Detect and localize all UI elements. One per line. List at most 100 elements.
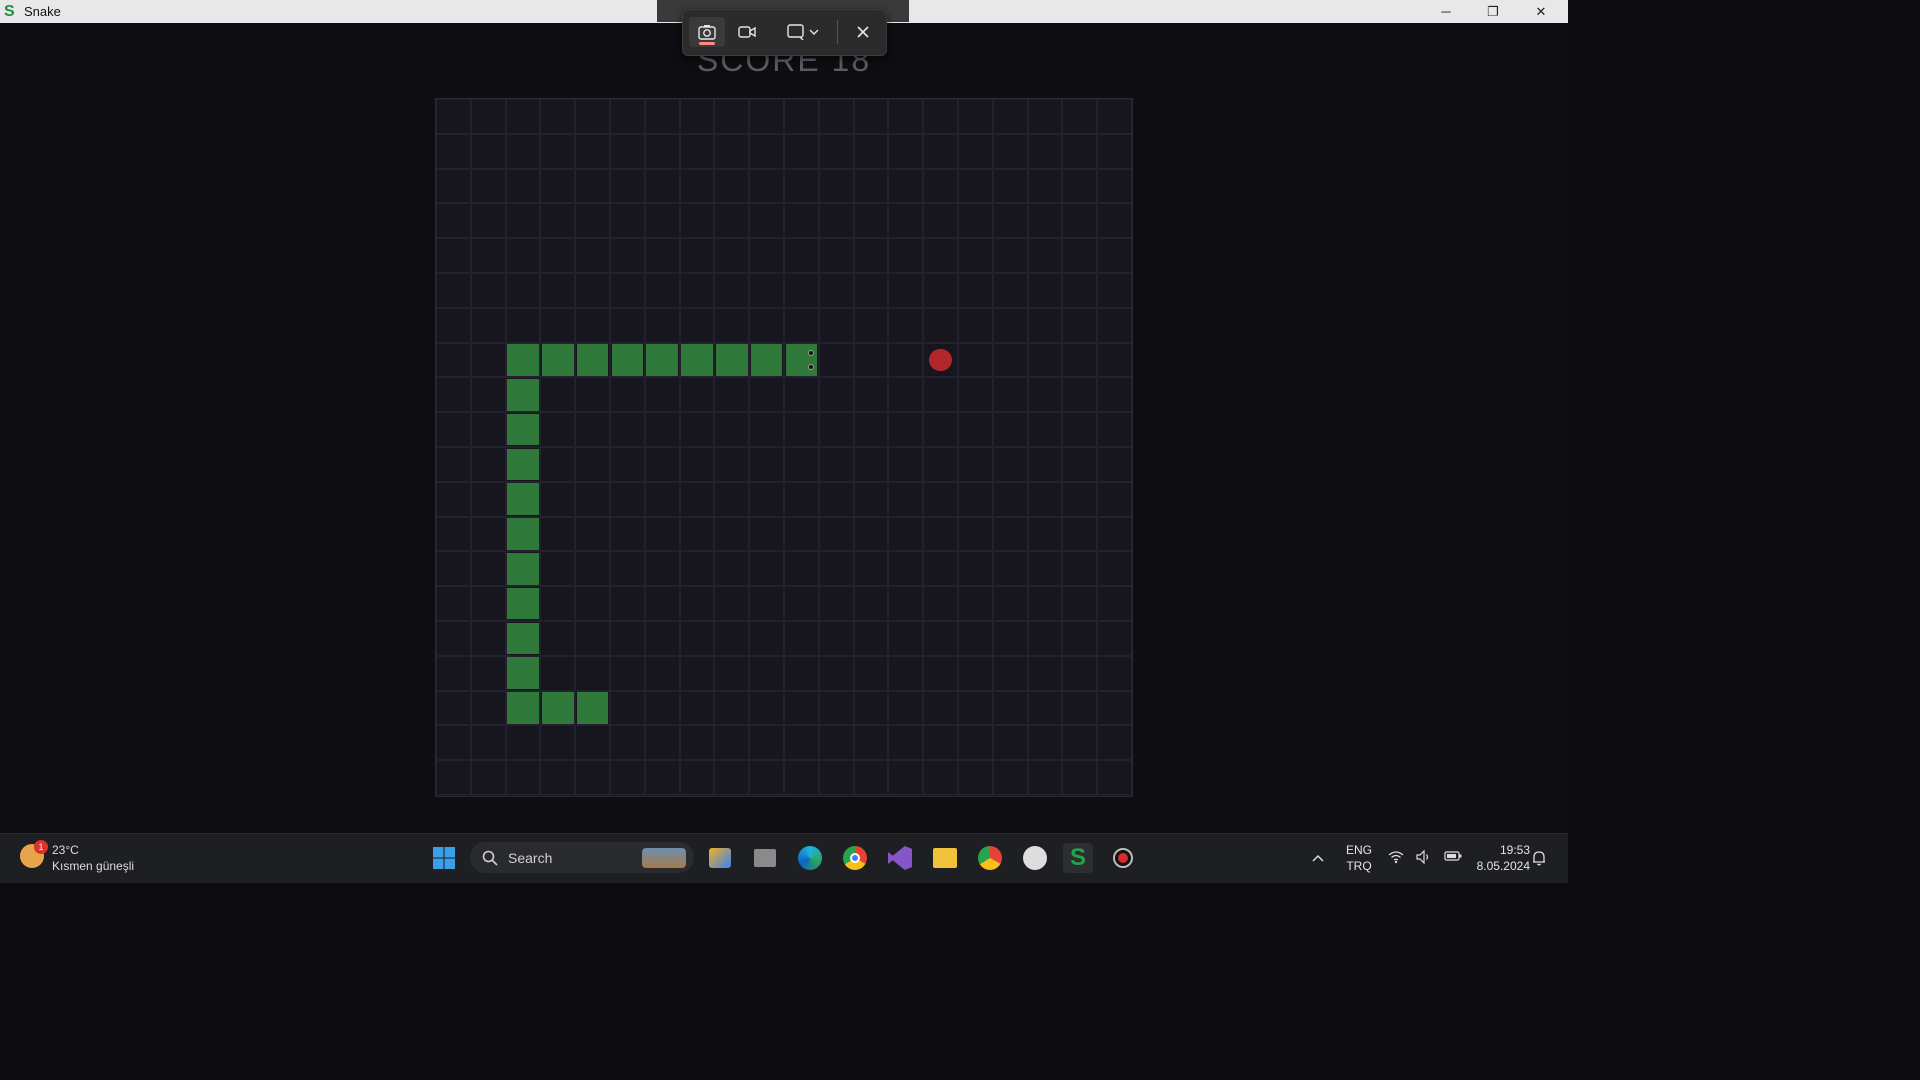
video-mode-button[interactable] [729,17,765,47]
language-indicator[interactable]: ENG TRQ [1343,842,1375,874]
grid-cell [575,273,610,308]
grid-cell [853,273,889,308]
grid-cell [1062,621,1098,656]
grid-cell [853,342,889,378]
grid-cell [1062,481,1098,517]
grid-cell [679,586,715,621]
grid-cell [679,447,715,482]
system-tray-icons[interactable] [1388,850,1462,864]
grid-cell [679,133,715,169]
weather-widget[interactable]: 1 23°C Kısmen güneşli [20,840,135,874]
grid-cell [992,447,1028,482]
grid-cell [749,238,784,273]
grid-cell [1027,516,1063,552]
taskbar-app-github[interactable] [1020,843,1050,873]
grid-cell [714,168,750,204]
grid-cell [436,551,471,587]
grid-cell [992,690,1028,726]
grid-cell [958,412,993,447]
grid-cell [818,238,854,273]
grid-cell [818,655,854,691]
grid-cell [575,238,610,273]
grid-cell [923,586,958,621]
show-hidden-icons-button[interactable] [1311,850,1325,868]
grid-cell [1097,273,1132,308]
snake-body-segment [507,518,539,550]
snipping-toolbar [682,9,887,56]
screenshot-mode-button[interactable] [689,17,725,47]
grid-cell [610,586,645,621]
clock[interactable]: 19:53 8.05.2024 [1464,842,1530,874]
grid-cell [818,447,854,482]
grid-cell [470,412,506,447]
grid-cell [714,99,750,134]
taskbar-app-chrome[interactable] [840,843,870,873]
grid-cell [1062,377,1098,413]
grid-cell [784,377,819,413]
grid-cell [818,586,854,621]
file-explorer-icon [933,848,957,868]
grid-cell [436,760,471,795]
close-snip-button[interactable] [847,17,879,47]
minimize-button[interactable]: ─ [1423,0,1469,23]
game-board[interactable] [435,98,1133,797]
windows-start-icon [433,847,455,869]
grid-cell [436,307,471,343]
snake-eye [808,363,815,370]
grid-cell [436,412,471,447]
grid-cell [958,621,993,656]
grid-cell [923,412,958,447]
grid-cell [784,203,819,239]
grid-cell [853,412,889,447]
weather-condition: Kısmen güneşli [52,859,135,873]
grid-cell [505,725,541,761]
taskbar-search[interactable]: Search [470,842,694,873]
window-title: Snake [24,4,61,19]
taskbar-app-chrome-profile[interactable] [975,843,1005,873]
grid-cell [1097,516,1132,552]
taskbar-app-snake[interactable]: S [1063,843,1093,873]
grid-cell [888,481,924,517]
taskbar-app-edge[interactable] [795,843,825,873]
taskbar-app-recorder[interactable] [1108,843,1138,873]
grid-cell [610,377,645,413]
capture-mode-dropdown[interactable] [781,17,825,47]
grid-cell [749,690,784,726]
taskbar-app-files[interactable] [750,843,780,873]
grid-cell [1027,655,1063,691]
restore-button[interactable]: ❐ [1470,0,1516,23]
grid-cell [1062,273,1098,308]
grid-cell [644,621,680,656]
grid-cell [1097,690,1132,726]
grid-cell [853,586,889,621]
grid-cell [992,99,1028,134]
grid-cell [1027,377,1063,413]
snake-app-icon: S [4,2,15,20]
grid-cell [436,516,471,552]
grid-cell [749,168,784,204]
grid-cell [610,168,645,204]
grid-cell [575,412,610,447]
notifications-button[interactable] [1532,850,1546,871]
close-window-button[interactable]: ✕ [1518,0,1564,23]
grid-cell [958,481,993,517]
grid-cell [1062,725,1098,761]
grid-cell [923,516,958,552]
grid-cell [958,238,993,273]
grid-cell [958,725,993,761]
taskbar-app-visual-studio[interactable] [885,843,915,873]
snake-body-segment [507,657,539,690]
taskbar-app-file-explorer[interactable] [930,843,960,873]
taskbar-app-widgets[interactable] [705,843,735,873]
grid-cell [436,342,471,378]
grid-cell [1062,203,1098,239]
grid-cell [818,690,854,726]
grid-cell [992,412,1028,447]
grid-cell [1097,551,1132,587]
start-button[interactable] [429,843,459,873]
grid-cell [1062,342,1098,378]
grid-cell [853,203,889,239]
grid-cell [818,725,854,761]
grid-cell [1062,655,1098,691]
grid-cell [436,99,471,134]
